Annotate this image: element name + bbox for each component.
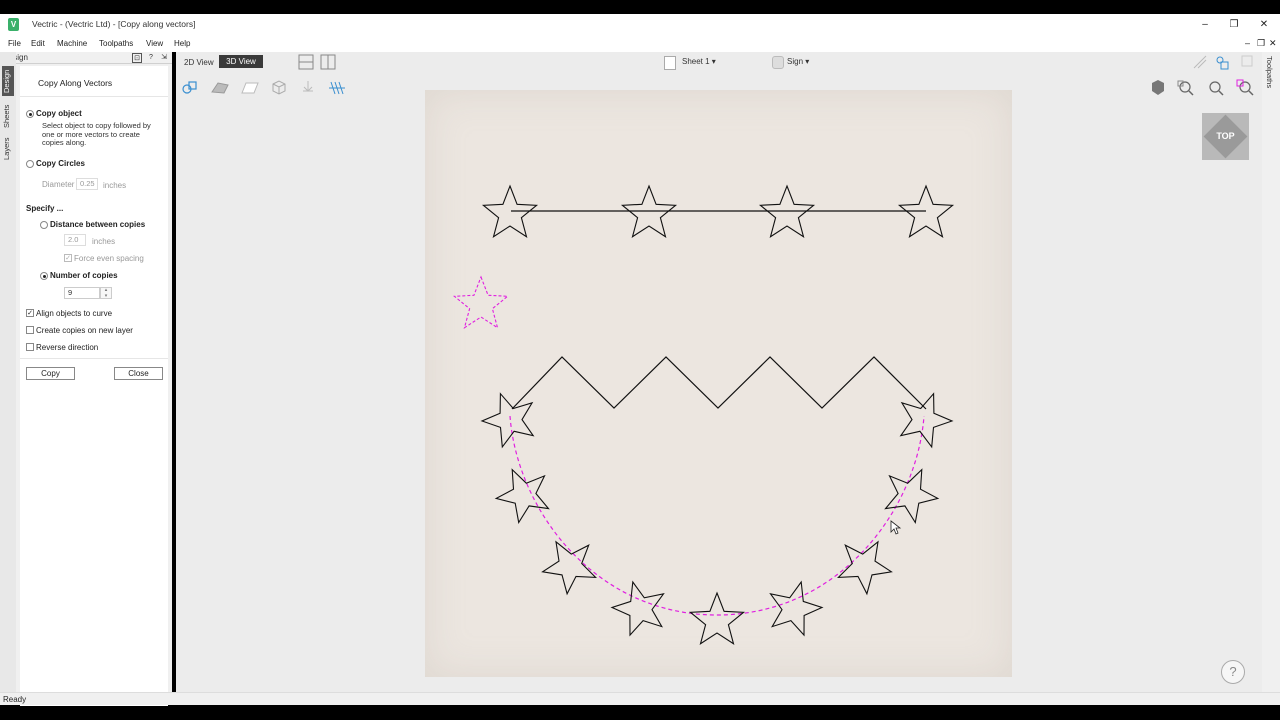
minimize-button[interactable]: –	[1194, 17, 1216, 33]
number-radio[interactable]	[40, 272, 48, 280]
sign-selector[interactable]: Sign ▾	[787, 57, 809, 66]
tab-2d-view[interactable]: 2D View	[182, 56, 216, 69]
close-window-button[interactable]: ✕	[1253, 17, 1275, 33]
new-layer-label: Create copies on new layer	[36, 326, 133, 335]
tab-toolpaths[interactable]: Toolpaths	[1265, 56, 1274, 106]
tab-layers[interactable]: Layers	[2, 136, 14, 162]
panel-pin-button[interactable]: ⇲	[159, 53, 169, 63]
app-logo-icon: V	[8, 18, 19, 31]
panel-dock-button[interactable]: ⊡	[132, 53, 142, 63]
number-of-copies-input[interactable]: 9	[64, 287, 100, 299]
menu-toolpaths[interactable]: Toolpaths	[99, 39, 133, 48]
box-icon[interactable]	[272, 80, 286, 95]
view-cube-label: TOP	[1216, 131, 1235, 141]
zoom-box-icon[interactable]	[1177, 80, 1194, 96]
copy-object-description: Select object to copy followed by one or…	[42, 121, 151, 147]
zigzag-vector[interactable]	[511, 356, 927, 410]
help-button[interactable]: ?	[1221, 660, 1245, 684]
menu-view[interactable]: View	[146, 39, 163, 48]
specify-heading: Specify ...	[26, 204, 64, 213]
star-copy-arc[interactable]	[884, 468, 940, 524]
distance-radio[interactable]	[40, 221, 48, 229]
tab-3d-view[interactable]: 3D View	[219, 55, 263, 68]
shape-select-icon[interactable]	[1216, 56, 1229, 70]
menu-help[interactable]: Help	[174, 39, 190, 48]
reverse-direction-checkbox[interactable]	[26, 343, 34, 351]
design-drawing	[452, 184, 955, 645]
title-bar: V Vectric - (Vectric Ltd) - [Copy along …	[0, 14, 1280, 36]
bounds-icon[interactable]	[1241, 55, 1253, 67]
tab-design[interactable]: Design	[2, 66, 14, 96]
star-copy-arc[interactable]	[480, 392, 535, 449]
layout-icons	[298, 54, 336, 70]
menu-edit[interactable]: Edit	[31, 39, 45, 48]
copy-along-vectors-form: Copy Along Vectors Copy object Select ob…	[20, 66, 168, 706]
copies-spinner[interactable]: ▴ ▾	[100, 287, 112, 299]
design-panel: Design ⊡ ? ⇲ Copy Along Vectors Copy obj…	[0, 52, 172, 706]
star-copy-arc[interactable]	[494, 468, 550, 524]
material-icon[interactable]	[211, 82, 229, 94]
snap-icon[interactable]	[1193, 55, 1207, 69]
distance-unit: inches	[92, 237, 116, 246]
force-even-checkbox[interactable]: ✓	[64, 254, 72, 262]
copy-button[interactable]: Copy	[26, 367, 75, 380]
view-toolbar	[182, 80, 345, 95]
star-copy-arc[interactable]	[688, 591, 746, 645]
top-right-tools	[1193, 55, 1253, 70]
new-layer-checkbox[interactable]	[26, 326, 34, 334]
star-copy-line[interactable]	[481, 184, 539, 238]
copy-circles-label: Copy Circles	[36, 159, 85, 168]
menu-bar: File Edit Machine Toolpaths View Help – …	[0, 36, 1280, 52]
reverse-direction-label: Reverse direction	[36, 343, 99, 352]
plane-icon[interactable]	[241, 82, 259, 94]
render-icon[interactable]	[1152, 80, 1164, 95]
tab-sheets[interactable]: Sheets	[2, 102, 14, 130]
panel-header: Design ⊡ ? ⇲	[0, 52, 172, 64]
mdi-restore-button[interactable]: ❐	[1257, 38, 1265, 49]
shapes-icon[interactable]	[182, 81, 197, 94]
distance-input[interactable]: 2.0	[64, 234, 86, 246]
close-button[interactable]: Close	[114, 367, 163, 380]
copy-object-label: Copy object	[36, 109, 82, 118]
menu-machine[interactable]: Machine	[57, 39, 87, 48]
window-title: Vectric - (Vectric Ltd) - [Copy along ve…	[32, 19, 196, 29]
form-title: Copy Along Vectors	[38, 78, 113, 88]
panel-help-button[interactable]: ?	[146, 53, 156, 63]
view-cube[interactable]: TOP	[1202, 113, 1249, 160]
left-tab-strip: Design Sheets Layers	[0, 52, 16, 692]
distance-label: Distance between copies	[50, 220, 146, 229]
copy-object-radio[interactable]	[26, 110, 34, 118]
star-copy-arc[interactable]	[899, 392, 954, 449]
align-to-curve-checkbox[interactable]: ✓	[26, 309, 34, 317]
copy-circles-radio[interactable]	[26, 160, 34, 168]
origin-icon[interactable]	[303, 81, 313, 92]
diameter-unit: inches	[103, 181, 127, 190]
right-tab-strip: Toolpaths	[1262, 52, 1280, 692]
diameter-label: Diameter	[42, 180, 75, 189]
status-text: Ready	[3, 695, 27, 704]
restore-button[interactable]: ❐	[1223, 17, 1245, 33]
diameter-input[interactable]: 0.25	[76, 178, 98, 190]
mdi-minimize-button[interactable]: –	[1245, 38, 1250, 48]
mdi-close-button[interactable]: ✕	[1269, 38, 1277, 49]
menu-file[interactable]: File	[8, 39, 21, 48]
zoom-all-icon[interactable]	[1209, 81, 1224, 96]
force-even-label: Force even spacing	[74, 254, 144, 263]
zoom-selection-icon[interactable]	[1236, 79, 1254, 96]
zoom-tools	[1152, 79, 1254, 96]
sheet-selector[interactable]: Sheet 1 ▾	[682, 57, 716, 66]
sheet-icon	[664, 56, 676, 70]
align-to-curve-label: Align objects to curve	[36, 309, 113, 318]
number-label: Number of copies	[50, 271, 118, 280]
star-source-object[interactable]	[452, 275, 510, 329]
material-canvas[interactable]	[425, 90, 1012, 677]
status-bar: Ready	[0, 692, 1280, 705]
mouse-cursor-icon	[890, 520, 902, 535]
toolpath-icon[interactable]	[329, 81, 345, 95]
sign-icon	[772, 56, 784, 69]
